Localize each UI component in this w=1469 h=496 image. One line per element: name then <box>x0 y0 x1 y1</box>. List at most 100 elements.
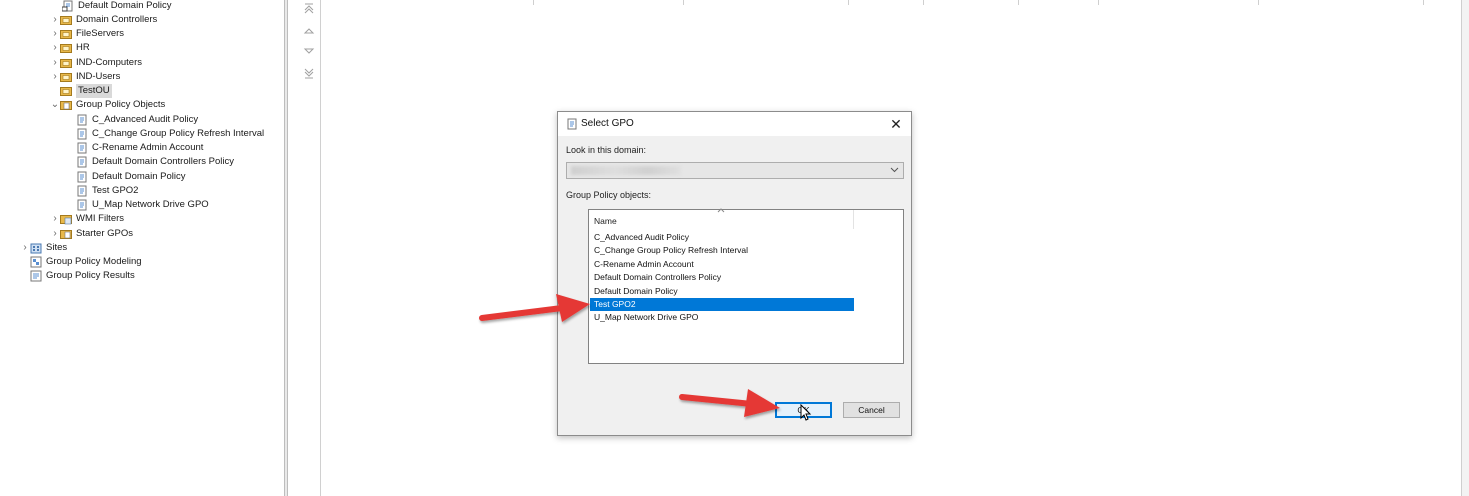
tree-item-label: IND-Computers <box>76 57 142 68</box>
gpo-icon <box>76 114 88 126</box>
annotation-arrow-icon <box>479 294 590 322</box>
tree-item-sites[interactable]: › Sites <box>20 241 67 255</box>
dialog-titlebar[interactable]: Select GPO ✕ <box>558 112 911 136</box>
chevron-right-icon[interactable]: › <box>50 56 60 70</box>
gpo-icon <box>76 142 88 154</box>
chevron-right-icon[interactable]: › <box>50 227 60 241</box>
chevron-icon <box>66 155 76 169</box>
tree-item-gpo[interactable]: C_Advanced Audit Policy <box>66 113 198 127</box>
tree-item-starter-gpos[interactable]: › Starter GPOs <box>50 227 133 241</box>
list-item-selected[interactable]: Test GPO2 <box>590 298 854 311</box>
tree-item-testou[interactable]: TestOU <box>50 84 112 98</box>
chevron-right-icon[interactable]: › <box>50 70 60 84</box>
tree-item-ind-computers[interactable]: › IND-Computers <box>50 56 142 70</box>
tree-item-label: WMI Filters <box>76 213 125 224</box>
vertical-scrollbar[interactable] <box>1461 0 1469 496</box>
tree-item-label: Group Policy Objects <box>76 99 166 110</box>
tree-item-label: C-Rename Admin Account <box>92 142 204 153</box>
tree-item-wmi-filters[interactable]: › WMI Filters <box>50 212 124 226</box>
move-up-icon[interactable] <box>302 25 316 37</box>
cancel-button[interactable]: Cancel <box>843 402 900 418</box>
move-bottom-icon[interactable] <box>302 68 316 80</box>
console-tree: Default Domain Policy › Domain Controlle… <box>0 0 284 496</box>
column-header-label: Name <box>594 216 617 226</box>
tree-item-group-policy-results[interactable]: Group Policy Results <box>20 269 135 283</box>
gpo-icon <box>76 185 88 197</box>
move-down-icon[interactable] <box>302 45 316 57</box>
chevron-right-icon[interactable]: › <box>50 27 60 41</box>
tree-item-label: Group Policy Results <box>46 270 135 281</box>
column-separator[interactable] <box>533 0 534 5</box>
tree-item-label: U_Map Network Drive GPO <box>92 199 209 210</box>
domain-value-redacted <box>571 166 681 175</box>
chevron-right-icon[interactable]: › <box>50 212 60 226</box>
ou-folder-icon <box>60 28 72 40</box>
chevron-down-icon[interactable]: ⌄ <box>50 98 60 112</box>
list-item[interactable]: C-Rename Admin Account <box>590 258 854 271</box>
tree-item-label: FileServers <box>76 28 125 39</box>
tree-item-label: C_Change Group Policy Refresh Interval <box>92 128 265 139</box>
tree-item-group-policy-objects[interactable]: ⌄ Group Policy Objects <box>50 98 165 112</box>
tree-item-label: Test GPO2 <box>92 185 139 196</box>
chevron-icon <box>50 84 60 98</box>
tree-item-label: IND-Users <box>76 71 121 82</box>
chevron-down-icon[interactable] <box>890 165 899 177</box>
mouse-cursor-icon <box>800 404 812 421</box>
tree-item-gpo[interactable]: Test GPO2 <box>66 184 138 198</box>
tree-item-group-policy-modeling[interactable]: Group Policy Modeling <box>20 255 142 269</box>
column-separator[interactable] <box>1018 0 1019 5</box>
column-separator[interactable] <box>848 0 849 5</box>
tree-item-label: TestOU <box>76 84 112 98</box>
column-separator[interactable] <box>1423 0 1424 5</box>
chevron-icon <box>20 269 30 283</box>
list-item[interactable]: Default Domain Policy <box>590 285 854 298</box>
gpo-listview[interactable]: Name C_Advanced Audit Policy C_Change Gr… <box>588 208 904 364</box>
move-top-icon[interactable] <box>302 2 316 14</box>
ou-folder-icon <box>60 71 72 83</box>
tree-item-label: Group Policy Modeling <box>46 256 142 267</box>
list-item[interactable]: U_Map Network Drive GPO <box>590 311 854 324</box>
column-separator[interactable] <box>1258 0 1259 5</box>
chevron-right-icon[interactable]: › <box>20 241 30 255</box>
column-header-name[interactable]: Name <box>589 208 854 229</box>
tree-item-gpo[interactable]: U_Map Network Drive GPO <box>66 198 209 212</box>
tree-item-label: Default Domain Policy <box>78 0 172 11</box>
tree-item-label: Domain Controllers <box>76 14 158 25</box>
chevron-icon <box>66 170 76 184</box>
column-separator[interactable] <box>683 0 684 5</box>
chevron-icon <box>66 198 76 212</box>
close-icon[interactable]: ✕ <box>887 115 905 133</box>
tree-item-fileservers[interactable]: › FileServers <box>50 27 124 41</box>
list-item[interactable]: Default Domain Controllers Policy <box>590 271 854 284</box>
chevron-icon <box>66 113 76 127</box>
gpo-icon <box>76 128 88 140</box>
gpo-link-icon <box>62 0 74 12</box>
tree-item-gpo[interactable]: C-Rename Admin Account <box>66 141 203 155</box>
domain-select[interactable] <box>566 162 904 179</box>
link-order-toolbar <box>288 0 321 496</box>
gpo-icon <box>76 199 88 211</box>
tree-item-ind-users[interactable]: › IND-Users <box>50 70 120 84</box>
tree-item-label: Sites <box>46 242 68 253</box>
list-item[interactable]: C_Change Group Policy Refresh Interval <box>590 244 854 257</box>
chevron-right-icon[interactable]: › <box>50 13 60 27</box>
chevron-right-icon[interactable]: › <box>50 41 60 55</box>
chevron-icon <box>66 184 76 198</box>
list-item[interactable]: C_Advanced Audit Policy <box>590 231 854 244</box>
results-icon <box>30 270 42 282</box>
tree-item-domain-controllers[interactable]: › Domain Controllers <box>50 13 157 27</box>
sort-ascending-icon <box>717 206 725 215</box>
tree-item-label: HR <box>76 42 90 53</box>
tree-item-gpo[interactable]: Default Domain Policy <box>66 170 185 184</box>
column-separator[interactable] <box>923 0 924 5</box>
tree-item-hr[interactable]: › HR <box>50 41 90 55</box>
column-separator[interactable] <box>1098 0 1099 5</box>
tree-item-label: Starter GPOs <box>76 228 134 239</box>
gpo-list-label: Group Policy objects: <box>566 190 652 200</box>
domain-label: Look in this domain: <box>566 145 647 155</box>
chevron-icon <box>52 0 62 13</box>
ou-folder-icon <box>60 42 72 54</box>
tree-item-gpo[interactable]: C_Change Group Policy Refresh Interval <box>66 127 264 141</box>
tree-item-default-domain-policy-link[interactable]: Default Domain Policy <box>52 0 171 13</box>
tree-item-gpo[interactable]: Default Domain Controllers Policy <box>66 155 234 169</box>
